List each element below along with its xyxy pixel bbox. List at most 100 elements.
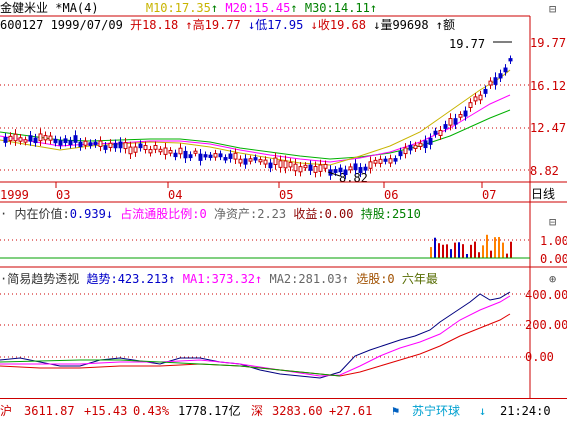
- candle-body: [493, 77, 498, 85]
- candle-body: [383, 158, 388, 162]
- candle-body: [28, 135, 33, 142]
- indicator1-bar: [430, 247, 432, 258]
- candle-body: [3, 137, 8, 143]
- indicator1-bar: [438, 243, 440, 258]
- indicator1-bar: [486, 234, 488, 258]
- candle-body: [248, 158, 253, 162]
- sh-index: 3611.87: [24, 404, 75, 418]
- candle-body: [443, 124, 448, 129]
- candle-body: [18, 137, 23, 142]
- sh-amount: 1778.17亿: [178, 404, 241, 418]
- candle-body: [348, 166, 353, 171]
- candle-body: [403, 147, 408, 155]
- candle-body: [48, 135, 53, 141]
- candle-body: [228, 153, 233, 159]
- candle-body: [33, 137, 38, 144]
- indicator1-bar: [510, 241, 512, 258]
- candle-body: [138, 143, 143, 149]
- candle-body: [168, 149, 173, 154]
- candle-body: [308, 164, 313, 171]
- candle-body: [508, 58, 513, 62]
- indicator1-bar: [470, 244, 472, 258]
- candle-body: [8, 135, 13, 142]
- candle-body: [63, 138, 68, 144]
- market-status-bar: 沪 3611.87 +15.43 0.43% 1778.17亿 深 3283.6…: [0, 398, 567, 426]
- candle-body: [483, 88, 488, 94]
- candle-body: [413, 144, 418, 149]
- candle-body: [43, 135, 48, 141]
- candle-body: [263, 159, 268, 165]
- candle-body: [208, 154, 213, 158]
- candle-body: [38, 133, 43, 142]
- indicator1-bar: [458, 242, 460, 258]
- candle-body: [268, 162, 273, 169]
- candle-body: [398, 151, 403, 157]
- candle-body: [163, 147, 168, 155]
- clock-time: 21:24:0: [500, 404, 551, 418]
- candle-body: [318, 164, 323, 172]
- candle-body: [178, 147, 183, 155]
- sz-label[interactable]: 深: [251, 403, 263, 419]
- indicator1-bar: [482, 245, 484, 258]
- candle-body: [478, 94, 483, 101]
- candle-body: [103, 145, 108, 150]
- sz-index: 3283.60: [272, 404, 323, 418]
- candle-body: [173, 152, 178, 158]
- candle-body: [433, 130, 438, 135]
- indicator1-bar: [498, 237, 500, 258]
- candle-body: [323, 163, 328, 169]
- candle-body: [343, 169, 348, 176]
- candle-body: [113, 143, 118, 149]
- candle-body: [353, 163, 358, 171]
- candle-body: [448, 118, 453, 126]
- candle-body: [198, 153, 203, 161]
- candle-body: [148, 149, 153, 154]
- candle-body: [218, 153, 223, 158]
- sh-change: +15.43: [84, 404, 128, 418]
- candle-body: [273, 157, 278, 166]
- indicator1-bars: [430, 234, 512, 258]
- indicator1-bar: [434, 237, 436, 258]
- candle-body: [338, 167, 343, 173]
- sh-label[interactable]: 沪: [0, 403, 12, 419]
- candle-body: [458, 114, 463, 118]
- candle-body: [378, 158, 383, 164]
- candle-body: [288, 161, 293, 168]
- candle-body: [83, 140, 88, 146]
- candlestick-series: [3, 55, 513, 180]
- candle-body: [293, 163, 298, 172]
- candle-body: [88, 142, 93, 146]
- candle-body: [358, 167, 363, 174]
- candle-body: [193, 150, 198, 154]
- candle-body: [118, 141, 123, 149]
- ma10-line: [0, 69, 511, 166]
- candle-body: [283, 160, 288, 169]
- candle-body: [223, 157, 228, 161]
- candle-body: [98, 140, 103, 147]
- candle-body: [183, 150, 188, 159]
- candle-body: [158, 148, 163, 153]
- candle-body: [233, 152, 238, 160]
- candle-body: [243, 158, 248, 165]
- candle-body: [23, 139, 28, 143]
- indicator1-bar: [494, 237, 496, 258]
- candle-body: [73, 135, 78, 143]
- broker-name[interactable]: 苏宁环球: [412, 403, 460, 419]
- candle-body: [408, 144, 413, 151]
- candle-body: [423, 140, 428, 149]
- candle-body: [133, 146, 138, 153]
- candle-body: [453, 118, 458, 125]
- broker-arrow[interactable]: ↓: [479, 403, 486, 419]
- candle-body: [143, 145, 148, 151]
- candle-body: [153, 144, 158, 150]
- candle-body: [238, 158, 243, 164]
- candle-body: [373, 159, 378, 164]
- indicator1-bar: [490, 250, 492, 258]
- candle-body: [58, 140, 63, 146]
- candle-body: [388, 158, 393, 164]
- candle-body: [503, 67, 508, 73]
- chart-area[interactable]: [0, 0, 567, 398]
- candle-body: [128, 146, 133, 155]
- candle-body: [298, 166, 303, 173]
- candle-body: [363, 166, 368, 171]
